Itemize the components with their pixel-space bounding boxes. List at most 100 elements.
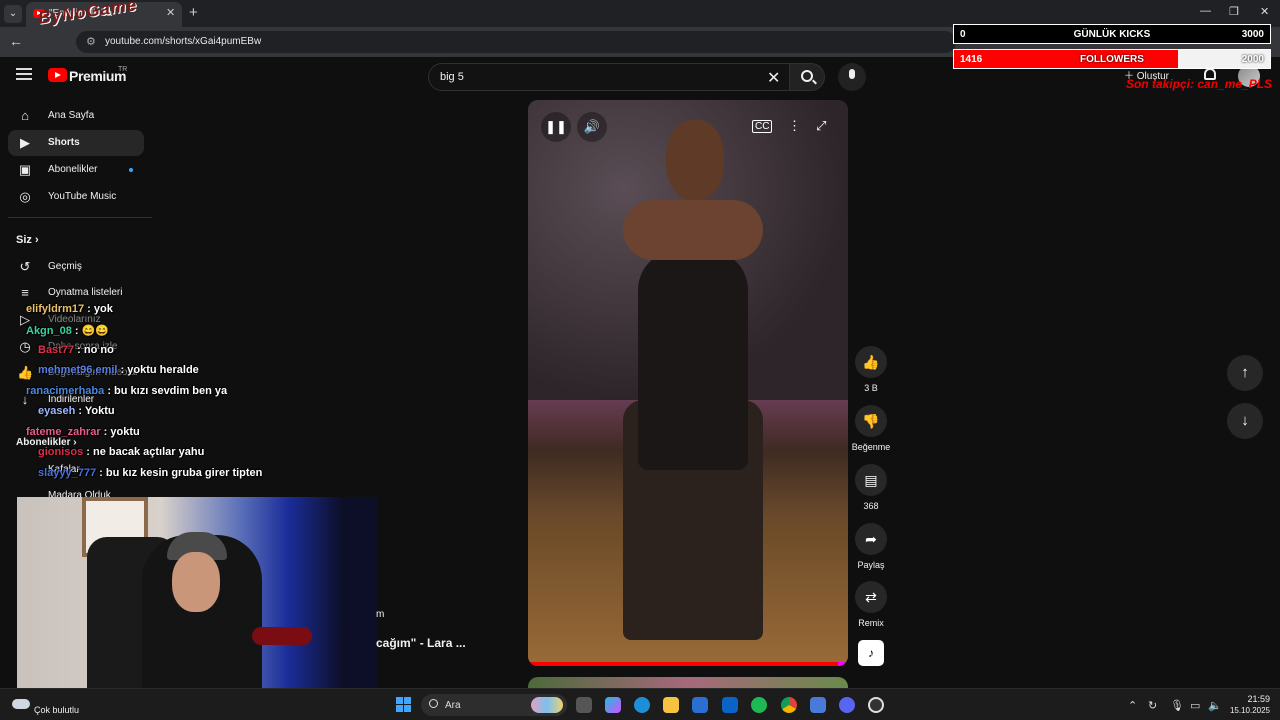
chat-username: Bast77 bbox=[38, 344, 75, 356]
chat-separator: : bbox=[84, 303, 94, 315]
sound-thumbnail[interactable]: ♪ bbox=[858, 640, 884, 666]
subscriptions-icon: ▣ bbox=[18, 162, 32, 177]
microphone-icon bbox=[849, 69, 855, 79]
sidebar-you-header[interactable]: Siz › bbox=[16, 234, 39, 246]
comments-action[interactable]: ▤ 368 bbox=[851, 464, 891, 511]
followers-goal: 2000 bbox=[1241, 54, 1264, 65]
app-icon[interactable] bbox=[810, 697, 826, 713]
start-button[interactable] bbox=[396, 697, 412, 713]
back-arrow-icon[interactable]: ← bbox=[9, 33, 23, 49]
partial-video-title[interactable]: cağım" - Lara ... bbox=[376, 636, 466, 650]
video-progress-fill bbox=[528, 662, 839, 666]
tab-close-icon[interactable]: ✕ bbox=[166, 6, 175, 19]
sidebar-item-youtube-music[interactable]: ◎ YouTube Music bbox=[8, 184, 144, 210]
chevron-right-icon: › bbox=[34, 234, 39, 246]
clear-search-icon[interactable]: ✕ bbox=[767, 68, 780, 88]
dislike-icon[interactable]: 👎 bbox=[855, 405, 887, 437]
chat-message: mehmet96.emil : yoktu heralde bbox=[38, 364, 199, 376]
file-explorer-icon[interactable] bbox=[663, 697, 679, 713]
address-bar[interactable]: ⚙ youtube.com/shorts/xGai4pumEBw bbox=[76, 31, 956, 53]
discord-icon[interactable] bbox=[839, 697, 855, 713]
obs-icon[interactable] bbox=[868, 697, 884, 713]
dislike-action[interactable]: 👎 Beğenme bbox=[851, 405, 891, 452]
kicks-goal: 3000 bbox=[1241, 29, 1264, 40]
share-icon[interactable]: ➦ bbox=[855, 523, 887, 555]
remix-action[interactable]: ⇄ Remix bbox=[851, 581, 891, 628]
chat-text: yok bbox=[93, 303, 113, 315]
chat-message: fateme_zahrar : yoktu bbox=[26, 426, 140, 438]
outlook-icon[interactable] bbox=[722, 697, 738, 713]
chat-username: elifyldrm17 bbox=[26, 303, 85, 315]
chrome-icon[interactable] bbox=[781, 697, 797, 713]
pause-icon[interactable]: ❚❚ bbox=[541, 112, 571, 142]
spotify-icon[interactable] bbox=[751, 697, 767, 713]
sidebar-item-history[interactable]: ↺ Geçmiş bbox=[8, 254, 144, 280]
weather-text[interactable]: Çok bulutlu bbox=[34, 705, 79, 715]
more-options-icon[interactable]: ⋮ bbox=[788, 118, 801, 134]
url-text[interactable]: youtube.com/shorts/xGai4pumEBw bbox=[105, 36, 261, 47]
search-query-text[interactable]: big 5 bbox=[440, 71, 464, 83]
sidebar-you-label: Siz bbox=[16, 234, 32, 246]
remix-icon[interactable]: ⇄ bbox=[855, 581, 887, 613]
voice-search-button[interactable] bbox=[838, 63, 866, 91]
volume-icon[interactable]: 🔊 bbox=[577, 112, 607, 142]
store-icon[interactable] bbox=[692, 697, 708, 713]
chat-separator: : bbox=[100, 426, 111, 438]
window-close-icon[interactable]: ✕ bbox=[1260, 5, 1269, 18]
chat-message: Bast77 : no no bbox=[38, 344, 114, 356]
shorts-video-player[interactable]: ❚❚ 🔊 CC ⋮ ⤢ bbox=[528, 100, 848, 666]
chat-separator: : bbox=[71, 325, 82, 337]
task-view-icon[interactable] bbox=[576, 697, 592, 713]
search-button[interactable] bbox=[789, 63, 825, 91]
like-count: 3 B bbox=[864, 383, 878, 393]
captions-icon[interactable]: CC bbox=[752, 120, 773, 133]
clock-time[interactable]: 21:59 bbox=[1230, 694, 1270, 704]
comment-icon[interactable]: ▤ bbox=[855, 464, 887, 496]
search-highlight-image bbox=[531, 697, 563, 713]
previous-short-button[interactable]: ↑ bbox=[1227, 355, 1263, 391]
minimize-icon[interactable]: — bbox=[1200, 5, 1211, 17]
site-info-icon[interactable]: ⚙ bbox=[86, 35, 96, 48]
chat-message: slayyy_777 : bu kız kesin gruba girer ti… bbox=[38, 467, 262, 479]
mic-tray-icon[interactable]: 🎙 bbox=[1170, 699, 1184, 712]
sidebar-item-label: YouTube Music bbox=[48, 191, 117, 202]
sidebar-item-label: Abonelikler bbox=[48, 164, 98, 175]
like-action[interactable]: 👍 3 B bbox=[851, 346, 891, 393]
next-short-button[interactable]: ↓ bbox=[1227, 403, 1263, 439]
watch-later-icon: ◷ bbox=[19, 339, 31, 354]
restore-icon[interactable]: ❐ bbox=[1229, 5, 1239, 18]
chat-username: ranacimerhaba bbox=[26, 385, 105, 397]
sidebar-item-subscriptions[interactable]: ▣ Abonelikler bbox=[8, 157, 144, 183]
sync-icon[interactable]: ↻ bbox=[1148, 699, 1157, 712]
video-progress-track[interactable] bbox=[528, 662, 848, 666]
sidebar-item-label: Oynatma listeleri bbox=[48, 287, 123, 298]
clock-date[interactable]: 15.10.2025 bbox=[1215, 706, 1270, 715]
sidebar-item-shorts[interactable]: ▶ Shorts bbox=[8, 130, 144, 156]
chat-username: fateme_zahrar bbox=[26, 426, 101, 438]
sidebar-item-home[interactable]: ⌂ Ana Sayfa bbox=[8, 103, 144, 129]
chat-text: ne bacak açtılar yahu bbox=[93, 446, 205, 458]
webcam-feed bbox=[17, 497, 378, 700]
search-input[interactable]: big 5 ✕ bbox=[428, 63, 790, 91]
like-icon[interactable]: 👍 bbox=[855, 346, 887, 378]
home-icon: ⌂ bbox=[21, 108, 29, 123]
tray-chevron-icon[interactable]: ⌃ bbox=[1128, 699, 1137, 712]
fullscreen-icon[interactable]: ⤢ bbox=[816, 118, 826, 134]
taskbar-search[interactable]: Ara bbox=[421, 694, 567, 716]
youtube-logo-icon[interactable] bbox=[48, 68, 67, 82]
arrow-down-icon: ↓ bbox=[1241, 412, 1249, 429]
tab-list-button[interactable]: ⌄ bbox=[4, 5, 22, 23]
cloud-icon[interactable] bbox=[12, 699, 30, 709]
edge-icon[interactable] bbox=[634, 697, 650, 713]
new-tab-button[interactable]: + bbox=[189, 4, 198, 21]
share-action[interactable]: ➦ Paylaş bbox=[851, 523, 891, 570]
chat-separator: : bbox=[117, 364, 128, 376]
hamburger-menu-icon[interactable] bbox=[16, 68, 32, 80]
chat-username: gionisos bbox=[38, 446, 84, 458]
copilot-icon[interactable] bbox=[605, 697, 621, 713]
kicks-goal-bar: 0 GÜNLÜK KICKS 3000 bbox=[953, 24, 1271, 44]
followers-goal-bar: 1416 FOLLOWERS 2000 bbox=[953, 49, 1271, 69]
partial-video-meta: m bbox=[376, 609, 385, 620]
remix-label: Remix bbox=[858, 618, 884, 628]
display-icon[interactable]: ▭ bbox=[1190, 699, 1200, 712]
